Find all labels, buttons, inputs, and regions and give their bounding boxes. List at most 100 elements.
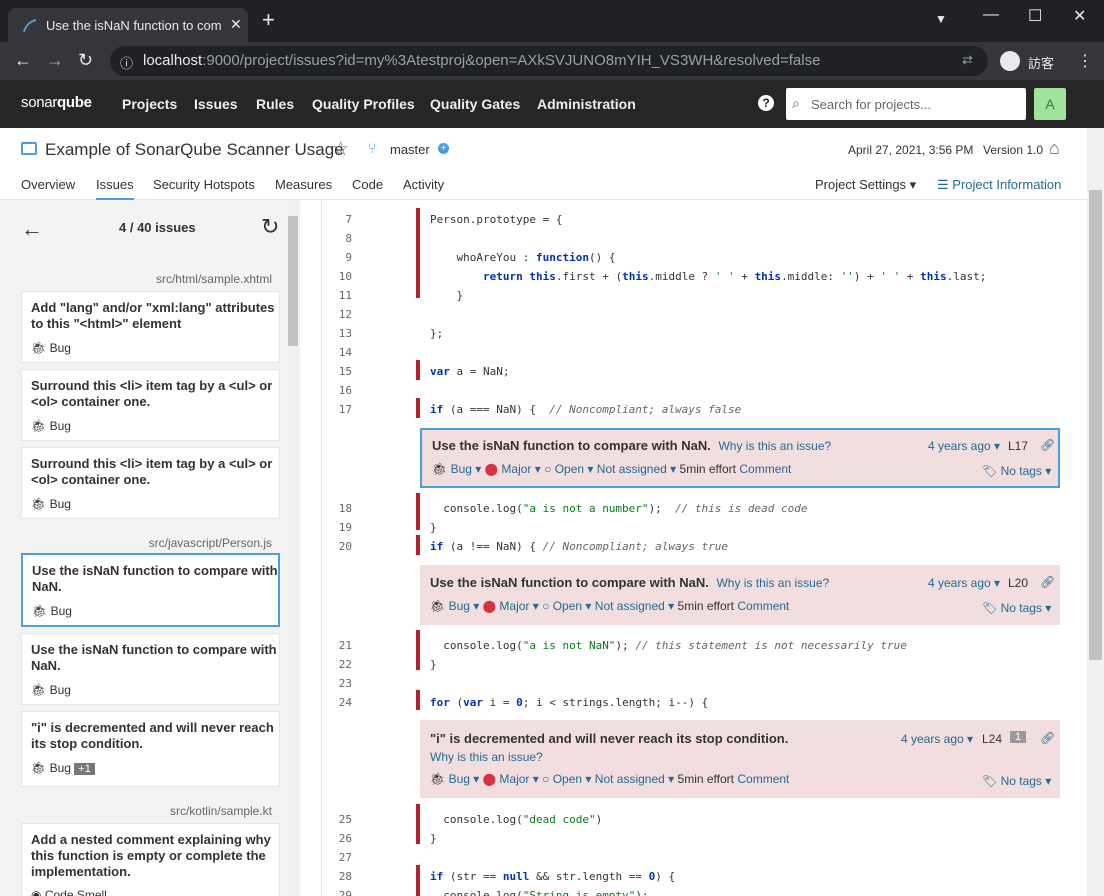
permalink-icon[interactable]: 🔗︎ — [1040, 438, 1055, 452]
line-number[interactable]: 8 — [322, 232, 352, 245]
sonarqube-logo[interactable]: sonarqube — [21, 94, 92, 111]
comment-link[interactable]: Comment — [739, 462, 791, 476]
project-search-input[interactable]: ⌕ Search for projects... — [786, 88, 1026, 120]
browser-tab[interactable]: Use the isNaN function to compare with N… — [8, 8, 248, 42]
issue-box[interactable]: "i" is decremented and will never reach … — [420, 720, 1060, 798]
line-number[interactable]: 7 — [322, 213, 352, 226]
line-number[interactable]: 9 — [322, 251, 352, 264]
tags-dropdown[interactable]: 🏷︎ No tags ▾ — [982, 601, 1051, 615]
status-dropdown[interactable]: Open ▾ — [553, 772, 592, 786]
line-number[interactable]: 17 — [322, 403, 352, 416]
info-icon[interactable]: ⓘ — [120, 53, 133, 72]
project-settings-menu[interactable]: Project Settings ▾ — [815, 177, 916, 193]
line-number[interactable]: 13 — [322, 327, 352, 340]
comment-link[interactable]: Comment — [737, 772, 789, 786]
nav-projects[interactable]: Projects — [122, 96, 177, 112]
comment-link[interactable]: Comment — [737, 599, 789, 613]
nav-quality-gates[interactable]: Quality Gates — [430, 96, 520, 112]
minimize-icon[interactable]: — — [983, 6, 999, 24]
line-number[interactable]: 29 — [322, 889, 352, 896]
branch-name[interactable]: master — [390, 142, 430, 157]
line-number[interactable]: 24 — [322, 696, 352, 709]
type-dropdown[interactable]: Bug ▾ — [449, 772, 480, 786]
page-scrollbar-thumb[interactable] — [1089, 190, 1102, 660]
profile-label[interactable]: 訪客 — [1028, 53, 1054, 72]
issue-card[interactable]: "i" is decremented and will never reach … — [21, 711, 280, 787]
why-link[interactable]: Why is this an issue? — [716, 576, 829, 590]
close-tab-icon[interactable]: ✕ — [230, 16, 242, 33]
assignee-dropdown[interactable]: Not assigned ▾ — [595, 599, 674, 613]
profile-icon[interactable] — [1000, 51, 1020, 71]
nav-administration[interactable]: Administration — [537, 96, 636, 112]
branch-plus-icon[interactable]: + — [438, 143, 449, 154]
back-icon[interactable]: ← — [14, 50, 32, 71]
line-number[interactable]: 27 — [322, 851, 352, 864]
project-name[interactable]: Example of SonarQube Scanner Usage — [45, 140, 344, 160]
issue-card-selected[interactable]: Use the isNaN function to compare with N… — [21, 553, 280, 627]
issue-age[interactable]: 4 years ago ▾ — [901, 732, 973, 746]
tags-dropdown[interactable]: 🏷︎ No tags ▾ — [982, 464, 1051, 478]
nav-rules[interactable]: Rules — [256, 96, 294, 112]
severity-dropdown[interactable]: Major ▾ — [499, 772, 538, 786]
status-dropdown[interactable]: Open ▾ — [553, 599, 592, 613]
tab-code[interactable]: Code — [352, 177, 383, 192]
tags-dropdown[interactable]: 🏷︎ No tags ▾ — [982, 774, 1051, 788]
reload-issues-icon[interactable]: ↻ — [261, 214, 279, 240]
reload-icon[interactable]: ↻ — [78, 50, 93, 71]
sidebar-scrollbar-thumb[interactable] — [288, 216, 298, 346]
line-number[interactable]: 23 — [322, 677, 352, 690]
line-number[interactable]: 14 — [322, 346, 352, 359]
line-number[interactable]: 11 — [322, 289, 352, 302]
project-information-link[interactable]: ☰ Project Information — [937, 177, 1061, 193]
assignee-dropdown[interactable]: Not assigned ▾ — [595, 772, 674, 786]
translate-icon[interactable]: ⇄ — [962, 52, 973, 68]
home-icon[interactable]: ⌂ — [1049, 138, 1060, 159]
line-number[interactable]: 15 — [322, 365, 352, 378]
line-number[interactable]: 12 — [322, 308, 352, 321]
tab-overview[interactable]: Overview — [21, 177, 75, 192]
tab-activity[interactable]: Activity — [403, 177, 444, 192]
why-link[interactable]: Why is this an issue? — [718, 439, 831, 453]
permalink-icon[interactable]: 🔗︎ — [1040, 575, 1055, 589]
issue-box[interactable]: Use the isNaN function to compare with N… — [420, 565, 1060, 625]
help-icon[interactable]: ? — [758, 95, 774, 111]
line-number[interactable]: 25 — [322, 813, 352, 826]
menu-icon[interactable]: ⋮ — [1077, 51, 1093, 71]
line-number[interactable]: 22 — [322, 658, 352, 671]
close-window-icon[interactable]: ✕ — [1073, 6, 1086, 26]
status-dropdown[interactable]: Open ▾ — [555, 462, 594, 476]
avatar[interactable]: A — [1034, 88, 1066, 120]
line-number[interactable]: 28 — [322, 870, 352, 883]
line-number[interactable]: 16 — [322, 384, 352, 397]
address-bar[interactable]: ⓘ localhost:9000/project/issues?id=my%3A… — [110, 46, 988, 76]
back-arrow-icon[interactable]: ← — [21, 216, 43, 242]
tab-security-hotspots[interactable]: Security Hotspots — [153, 177, 255, 192]
new-tab-icon[interactable]: + — [262, 9, 275, 31]
forward-icon[interactable]: → — [46, 50, 64, 71]
locations-count-badge[interactable]: 1 — [1010, 731, 1027, 743]
tab-issues[interactable]: Issues — [96, 177, 134, 201]
issue-card[interactable]: Add "lang" and/or "xml:lang" attributes … — [21, 291, 280, 363]
why-link[interactable]: Why is this an issue? — [430, 750, 543, 764]
issue-box-selected[interactable]: Use the isNaN function to compare with N… — [420, 428, 1060, 488]
issue-card[interactable]: Use the isNaN function to compare with N… — [21, 633, 280, 705]
severity-dropdown[interactable]: Major ▾ — [499, 599, 538, 613]
issue-age[interactable]: 4 years ago ▾ — [928, 576, 1000, 590]
nav-issues[interactable]: Issues — [194, 96, 238, 112]
line-number[interactable]: 20 — [322, 540, 352, 553]
issue-card[interactable]: Add a nested comment explaining why this… — [21, 823, 280, 896]
favorite-star-icon[interactable]: ☆ — [332, 138, 349, 161]
type-dropdown[interactable]: Bug ▾ — [451, 462, 482, 476]
issue-card[interactable]: Surround this <li> item tag by a <ul> or… — [21, 369, 280, 441]
permalink-icon[interactable]: 🔗︎ — [1040, 731, 1055, 745]
maximize-icon[interactable]: ☐ — [1028, 6, 1042, 26]
type-dropdown[interactable]: Bug ▾ — [449, 599, 480, 613]
severity-dropdown[interactable]: Major ▾ — [501, 462, 540, 476]
issue-age[interactable]: 4 years ago ▾ — [928, 439, 1000, 453]
assignee-dropdown[interactable]: Not assigned ▾ — [597, 462, 676, 476]
line-number[interactable]: 10 — [322, 270, 352, 283]
line-number[interactable]: 18 — [322, 502, 352, 515]
nav-quality-profiles[interactable]: Quality Profiles — [312, 96, 415, 112]
issue-card[interactable]: Surround this <li> item tag by a <ul> or… — [21, 447, 280, 519]
line-number[interactable]: 19 — [322, 521, 352, 534]
